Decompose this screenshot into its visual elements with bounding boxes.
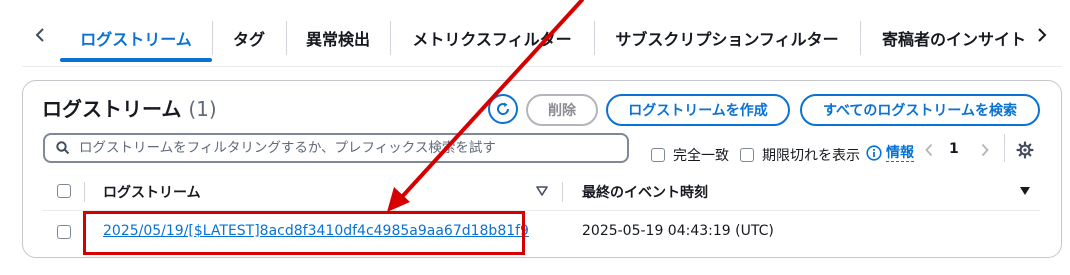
log-stream-link[interactable]: 2025/05/19/[$LATEST]8acd8f3410df4c4985a9… [103, 223, 529, 239]
create-button-label: ログストリームを作成 [628, 103, 768, 119]
tabs-strip: ログストリーム タグ 異常検出 メトリクスフィルター サブスクリプションフィルタ… [60, 14, 1026, 62]
pagination-page-number[interactable]: 1 [949, 141, 959, 157]
chevron-right-icon [1038, 28, 1047, 42]
tab-label: サブスクリプションフィルター [615, 30, 839, 49]
last-event-time: 2025-05-19 04:43:19 (UTC) [582, 223, 774, 239]
column-header-log-stream[interactable]: ログストリーム [103, 182, 201, 202]
show-expired-checkbox[interactable] [740, 148, 754, 162]
delete-button-label: 削除 [548, 103, 576, 119]
tab-log-streams[interactable]: ログストリーム [60, 14, 212, 62]
column-separator [84, 182, 85, 202]
pagination-divider [1004, 134, 1005, 162]
info-icon[interactable] [866, 145, 882, 161]
sort-icon[interactable] [536, 186, 548, 196]
tabs-bar: ログストリーム タグ 異常検出 メトリクスフィルター サブスクリプションフィルタ… [0, 0, 1070, 70]
exact-match-checkbox[interactable] [651, 148, 665, 162]
tab-label: 異常検出 [305, 30, 370, 49]
panel-title: ログストリーム (1) [42, 93, 217, 122]
search-all-log-streams-button[interactable]: すべてのログストリームを検索 [800, 94, 1040, 126]
tab-label: タグ [232, 30, 265, 49]
tabs-divider [22, 66, 1062, 67]
pagination-next-button[interactable] [978, 141, 992, 159]
refresh-button[interactable] [488, 94, 518, 124]
delete-button[interactable]: 削除 [526, 94, 598, 126]
chevron-left-icon [35, 28, 44, 42]
log-stream-filter[interactable] [43, 133, 629, 163]
info-link[interactable]: 情報 [886, 145, 914, 162]
tabs-scroll-right-button[interactable] [1032, 24, 1052, 46]
sort-descending-icon[interactable] [1019, 186, 1031, 196]
tab-label: ログストリーム [80, 30, 192, 49]
tab-tags[interactable]: タグ [212, 14, 286, 62]
panel-title-text: ログストリーム [42, 97, 182, 121]
row-checkbox[interactable] [57, 225, 71, 239]
chevron-left-icon [925, 143, 933, 157]
gear-icon[interactable] [1016, 141, 1034, 159]
tab-label: メトリクスフィルター [412, 30, 572, 49]
stream-count: (1) [188, 97, 217, 121]
column-header-last-event-time[interactable]: 最終のイベント時刻 [582, 182, 708, 202]
search-icon [55, 140, 71, 156]
tab-contributor-insights[interactable]: 寄稿者のインサイト [860, 14, 1026, 62]
tab-anomaly-detection[interactable]: 異常検出 [286, 14, 390, 62]
select-all-checkbox[interactable] [57, 184, 71, 198]
create-log-stream-button[interactable]: ログストリームを作成 [606, 94, 790, 126]
show-expired-label: 期限切れを表示 [762, 148, 860, 164]
tabs-scroll-left-button[interactable] [30, 24, 50, 46]
search-input[interactable] [79, 136, 627, 160]
tab-label: 寄稿者のインサイト [882, 30, 1026, 49]
tab-metric-filters[interactable]: メトリクスフィルター [390, 14, 594, 62]
refresh-icon [497, 102, 510, 115]
exact-match-label: 完全一致 [673, 148, 729, 164]
pagination-previous-button[interactable] [922, 141, 936, 159]
tab-subscription-filters[interactable]: サブスクリプションフィルター [594, 14, 860, 62]
column-separator [562, 182, 563, 202]
search-all-button-label: すべてのログストリームを検索 [822, 103, 1018, 119]
table-header-divider [42, 210, 1040, 211]
chevron-right-icon [981, 143, 989, 157]
